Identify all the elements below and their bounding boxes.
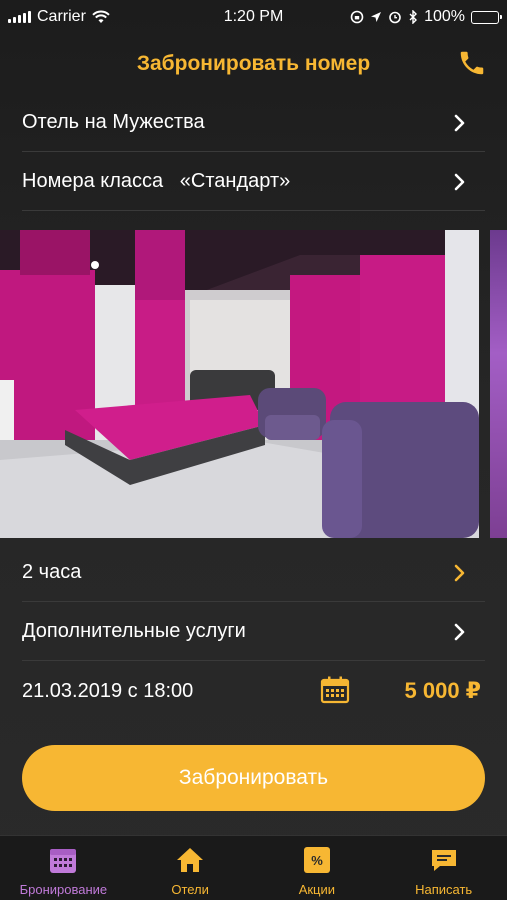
status-right: 100% [350, 8, 502, 26]
book-button[interactable]: Забронировать [22, 745, 485, 811]
total-price: 5 000 ₽ [404, 678, 481, 703]
battery-icon [471, 10, 502, 24]
hotel-select-row[interactable]: Отель на Мужества [22, 94, 485, 152]
hotel-name: Отель на Мужества [22, 111, 205, 133]
next-room-photo[interactable] [490, 230, 507, 538]
tab-hotels[interactable]: Отели [127, 836, 254, 900]
status-bar: Carrier 1:20 PM 100% [0, 0, 507, 34]
chevron-right-icon [454, 564, 465, 581]
room-photo[interactable] [0, 230, 479, 538]
percent-icon: % [303, 847, 330, 873]
home-icon [177, 848, 204, 872]
page-title: Забронировать номер [136, 52, 371, 75]
tab-write[interactable]: Написать [380, 836, 507, 900]
tab-promotions[interactable]: % Акции [254, 836, 381, 900]
app-screen: Carrier 1:20 PM 100% Забронировать номер… [0, 0, 507, 900]
duration-label: 2 часа [22, 561, 82, 583]
calendar-icon[interactable] [320, 675, 350, 705]
rotation-lock-icon [350, 10, 364, 24]
battery-percent: 100% [424, 8, 465, 25]
chevron-right-icon [454, 114, 465, 131]
tab-label: Написать [415, 882, 473, 897]
tab-bar: Бронирование Отели % Акции Написать [0, 835, 507, 900]
nav-header: Забронировать номер [0, 40, 507, 90]
tab-label: Акции [298, 882, 336, 897]
svg-text:%: % [311, 853, 323, 868]
room-photo-gallery[interactable] [0, 230, 507, 538]
bluetooth-icon [409, 10, 418, 24]
tab-booking[interactable]: Бронирование [0, 836, 127, 900]
duration-row[interactable]: 2 часа [22, 544, 485, 602]
room-photo-illustration [0, 230, 479, 538]
room-class-row[interactable]: Номера класса «Стандарт» [22, 153, 485, 211]
alarm-icon [389, 11, 401, 24]
date-price-row: 21.03.2019 с 18:00 5 000 ₽ [22, 662, 485, 720]
chevron-right-icon [454, 623, 465, 640]
booking-datetime[interactable]: 21.03.2019 с 18:00 [22, 680, 193, 703]
calendar-icon [50, 849, 77, 873]
tab-label: Отели [171, 882, 209, 897]
extra-services-label: Дополнительные услуги [22, 620, 246, 642]
room-class-label: Номера класса «Стандарт» [22, 170, 291, 192]
tab-label: Бронирование [19, 882, 108, 897]
chevron-right-icon [454, 173, 465, 190]
extra-services-row[interactable]: Дополнительные услуги [22, 603, 485, 661]
phone-icon[interactable] [457, 48, 487, 78]
location-icon [371, 12, 382, 22]
chat-icon [431, 850, 456, 871]
